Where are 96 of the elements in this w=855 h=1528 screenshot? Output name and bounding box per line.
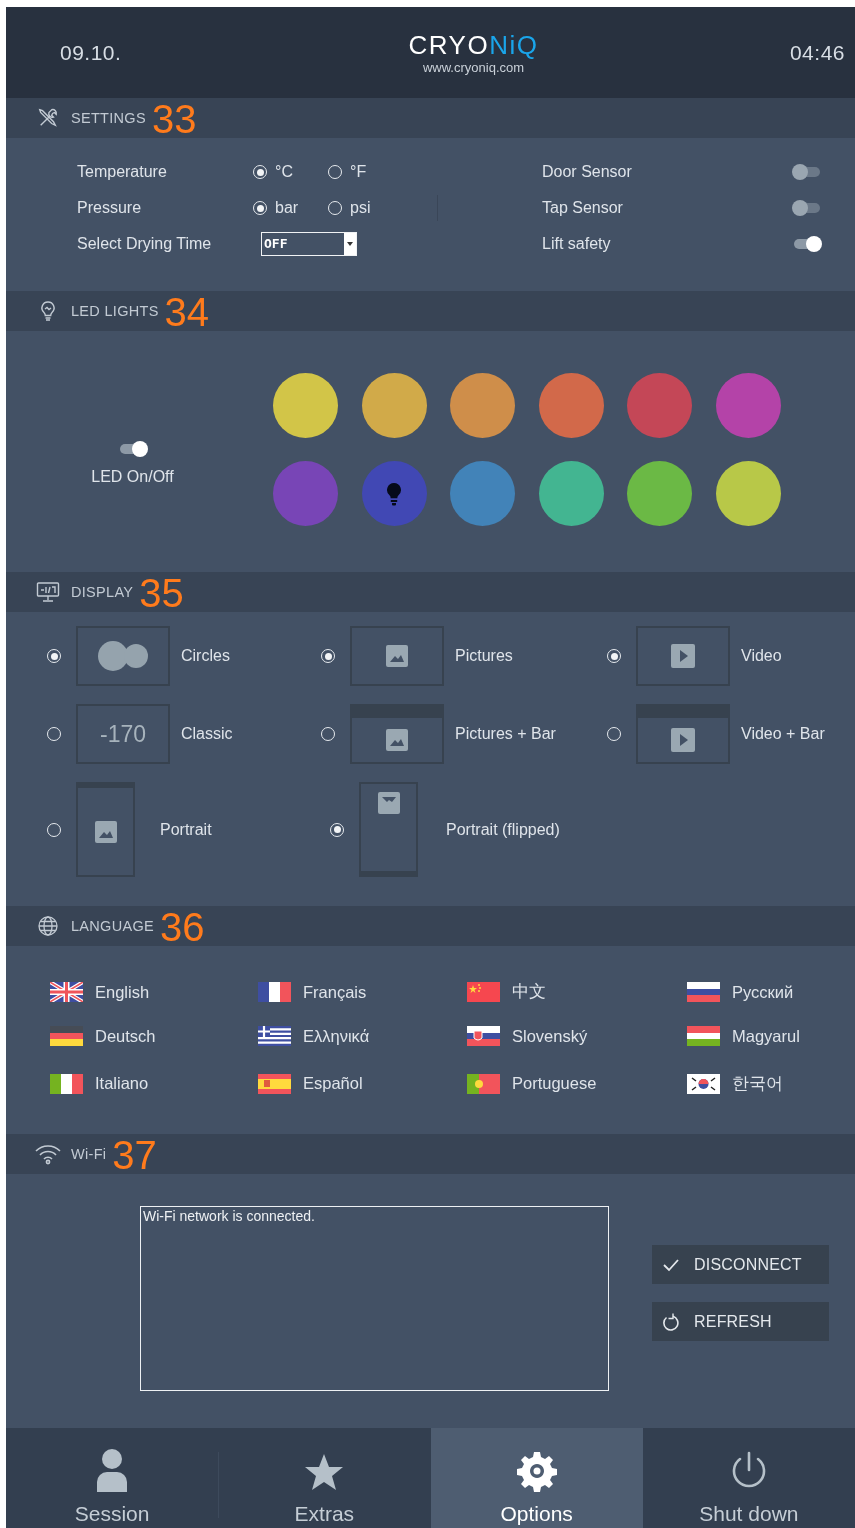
flag-icon — [50, 1026, 83, 1046]
two-circles-icon — [97, 640, 149, 672]
option-label: Classic — [181, 725, 233, 743]
dropdown-field[interactable]: OFF — [261, 232, 357, 256]
nav-tab[interactable]: Options — [430, 1428, 643, 1528]
star-icon — [304, 1452, 345, 1492]
monitor-icon — [36, 581, 60, 603]
section-title: DISPLAY — [71, 584, 134, 600]
flag-icon — [687, 1073, 720, 1094]
flag-icon — [50, 1073, 83, 1094]
language-option[interactable]: Slovenský — [512, 1026, 588, 1046]
image-icon — [386, 729, 408, 751]
setting-label: Pressure — [77, 199, 143, 217]
language-option[interactable]: 中文 — [512, 981, 546, 1003]
option-label: °F — [350, 163, 367, 181]
option-label: Pictures — [455, 647, 513, 665]
image-icon — [94, 820, 117, 843]
image-flipped-icon — [377, 792, 400, 814]
toggle-label: LED On/Off — [91, 468, 174, 486]
option-label: bar — [275, 199, 299, 217]
flag-icon — [258, 1073, 291, 1094]
option-label: Video — [741, 647, 782, 665]
website-url: www.cryoniq.com — [422, 59, 525, 75]
language-option[interactable]: Русский — [732, 982, 794, 1002]
annotation-number: 35 — [139, 573, 184, 613]
annotation-number: 33 — [151, 99, 197, 139]
annotation-number: 37 — [112, 1135, 157, 1175]
play-icon — [671, 644, 695, 668]
nav-tab[interactable]: Extras — [218, 1428, 431, 1528]
preview-thumbnail[interactable] — [636, 704, 730, 764]
preview-thumbnail[interactable] — [76, 626, 170, 686]
settings-icon — [515, 1450, 558, 1492]
annotation-number: 34 — [164, 292, 210, 332]
flag-icon — [687, 1026, 720, 1046]
flag-icon — [467, 1026, 500, 1046]
tools-icon — [37, 107, 59, 129]
action-button[interactable]: DISCONNECT — [652, 1245, 829, 1284]
dropdown-caret-icon — [347, 242, 353, 246]
flag-icon — [50, 982, 83, 1002]
toggle-switch[interactable] — [792, 235, 822, 253]
language-option[interactable]: Français — [303, 982, 367, 1002]
preview-thumbnail[interactable] — [350, 626, 444, 686]
setting-label: Door Sensor — [542, 163, 633, 181]
language-option[interactable]: Italiano — [95, 1074, 149, 1093]
action-button[interactable]: REFRESH — [652, 1302, 829, 1341]
toggle-switch[interactable] — [792, 163, 822, 181]
image-icon — [386, 645, 408, 667]
option-label: Video + Bar — [741, 725, 825, 743]
preview-thumbnail[interactable] — [359, 782, 418, 877]
preview-thumbnail[interactable]: -170 — [76, 704, 170, 764]
check-icon — [662, 1257, 680, 1272]
lightbulb-icon — [386, 481, 403, 506]
setting-label: Lift safety — [542, 235, 612, 253]
option-label: Circles — [181, 647, 230, 665]
logo: CRYONiQ — [408, 30, 539, 59]
setting-label: Select Drying Time — [77, 235, 213, 253]
flag-icon — [258, 1026, 291, 1046]
section-title: Wi-Fi — [71, 1146, 107, 1162]
flag-icon — [467, 982, 500, 1002]
language-option[interactable]: Deutsch — [95, 1026, 156, 1046]
nav-tab[interactable]: Shut down — [642, 1428, 855, 1528]
wifi-icon — [34, 1143, 62, 1165]
lightbulb-icon — [39, 300, 57, 322]
nav-tab[interactable]: Session — [6, 1428, 219, 1528]
option-label: psi — [350, 199, 371, 217]
language-option[interactable]: Ελληνικά — [303, 1026, 370, 1046]
language-option[interactable]: English — [95, 982, 150, 1002]
preview-reading: -170 — [99, 720, 146, 748]
play-icon — [671, 728, 695, 752]
language-option[interactable]: 한국어 — [732, 1072, 783, 1095]
option-label: Pictures + Bar — [455, 725, 556, 743]
section-title: LANGUAGE — [71, 918, 154, 934]
annotation-number: 36 — [160, 907, 205, 947]
date-label: 09.10. — [60, 40, 123, 65]
status-log: Wi-Fi network is connected. — [140, 1206, 609, 1391]
option-label: Portrait — [160, 820, 212, 839]
flag-icon — [687, 982, 720, 1002]
language-option[interactable]: Magyarul — [732, 1026, 800, 1046]
person-icon — [95, 1448, 130, 1492]
setting-label: Temperature — [77, 163, 168, 181]
option-label: Portrait (flipped) — [446, 820, 560, 839]
toggle-switch[interactable] — [792, 199, 822, 217]
section-title: SETTINGS — [71, 110, 146, 126]
option-label: °C — [275, 163, 293, 181]
preview-thumbnail[interactable] — [350, 704, 444, 764]
globe-icon — [37, 915, 59, 937]
language-option[interactable]: Español — [303, 1074, 363, 1093]
clock-time: 04:46 — [788, 40, 845, 65]
preview-thumbnail[interactable] — [636, 626, 730, 686]
refresh-icon — [662, 1312, 680, 1331]
section-title: LED LIGHTS — [71, 303, 159, 319]
preview-thumbnail[interactable] — [76, 782, 135, 877]
flag-icon — [258, 982, 291, 1002]
setting-label: Tap Sensor — [542, 199, 624, 217]
flag-icon — [467, 1073, 500, 1094]
language-option[interactable]: Portuguese — [512, 1074, 597, 1093]
